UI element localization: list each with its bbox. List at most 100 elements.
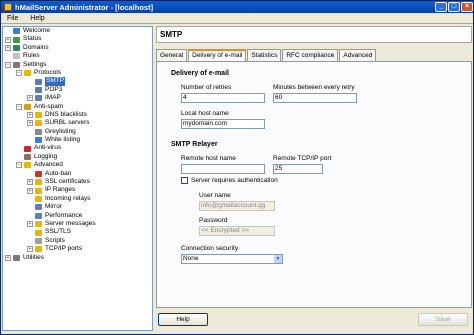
minutes-input[interactable]: 60	[273, 93, 357, 103]
settings-panel: SMTP General Delivery of e-mail Statistics…	[156, 26, 472, 331]
security-select[interactable]: None ▼	[181, 254, 283, 264]
tree-item[interactable]: Greylisting	[3, 128, 152, 136]
auth-checkbox[interactable]	[181, 177, 188, 184]
tree-node-icon	[35, 170, 42, 177]
tree-item[interactable]: + Status	[3, 35, 152, 43]
tree-item[interactable]: Scripts	[3, 237, 152, 245]
hostname-label: Local host name	[181, 110, 229, 117]
tree-node-icon	[13, 36, 20, 43]
tab-statistics[interactable]: Statistics	[247, 49, 282, 61]
collapse-icon[interactable]: −	[16, 103, 22, 110]
tree-item[interactable]: + SSL certificates	[3, 178, 152, 186]
tree-item[interactable]: + SURBL servers	[3, 119, 152, 127]
expand-icon[interactable]: +	[27, 95, 33, 102]
remote-host-input[interactable]	[181, 164, 265, 174]
tree-item[interactable]: Incoming relays	[3, 195, 152, 203]
collapse-icon[interactable]: −	[16, 70, 22, 77]
tree-item[interactable]: Performance	[3, 212, 152, 220]
expand-icon[interactable]: +	[27, 221, 33, 228]
maximize-button[interactable]: □	[448, 2, 460, 12]
tree-item[interactable]: − Settings	[3, 61, 152, 69]
menu-file[interactable]: File	[1, 15, 24, 22]
tree-item[interactable]: Auto-ban	[3, 170, 152, 178]
tree-item[interactable]: + TCP/IP ports	[3, 245, 152, 253]
expand-icon[interactable]: +	[27, 179, 33, 186]
expand-icon[interactable]: +	[5, 254, 11, 261]
tree-item-label: SSL certificates	[45, 178, 90, 186]
tree-item[interactable]: POP3	[3, 86, 152, 94]
tree-item[interactable]: Logging	[3, 153, 152, 161]
remote-port-input[interactable]: 25	[273, 164, 323, 174]
minimize-button[interactable]: _	[435, 2, 447, 12]
tree-item[interactable]: Mirror	[3, 203, 152, 211]
close-button[interactable]: ×	[461, 2, 473, 12]
tree-node-icon	[13, 254, 20, 261]
tree-item-label: IP Ranges	[45, 186, 76, 194]
tree-node-icon	[35, 229, 42, 236]
tree-node-icon	[35, 196, 42, 202]
tree-item-label: Greylisting	[45, 127, 76, 135]
tree-item[interactable]: White listing	[3, 136, 152, 144]
tree-item-label: Anti-spam	[34, 102, 64, 110]
tree-item-label: Advanced	[34, 161, 63, 169]
username-input[interactable]: info@gmailaccount.gg	[199, 201, 275, 211]
retries-input[interactable]: 4	[181, 93, 265, 103]
tab-panel-delivery: Delivery of e-mail Number of retries 4 M…	[156, 61, 472, 308]
remote-port-label: Remote TCP/IP port	[273, 155, 332, 162]
tree-item[interactable]: + IMAP	[3, 94, 152, 102]
expand-icon[interactable]: +	[27, 246, 33, 253]
tree-item[interactable]: + Server messages	[3, 220, 152, 228]
tree-item[interactable]: + Utilities	[3, 254, 152, 262]
tree-node-icon	[35, 246, 42, 253]
tree-item[interactable]: Anti-virus	[3, 144, 152, 152]
window-title: hMailServer Administrator - [localhost]	[15, 2, 154, 12]
expand-icon[interactable]: +	[5, 44, 11, 51]
tree-node-icon	[35, 86, 42, 93]
expand-icon[interactable]: +	[27, 112, 33, 119]
collapse-icon[interactable]: −	[16, 162, 22, 169]
tree-item[interactable]: − Anti-spam	[3, 103, 152, 111]
tree-item-label: SURBL servers	[45, 119, 90, 127]
help-button[interactable]: Help	[158, 313, 208, 326]
tree-node-icon	[35, 179, 42, 186]
title-bar: hMailServer Administrator - [localhost] …	[1, 1, 473, 13]
expand-icon[interactable]: +	[27, 187, 33, 194]
tree-item[interactable]: + DNS blacklists	[3, 111, 152, 119]
tree-item-label: Domains	[23, 43, 49, 51]
tree-item[interactable]: − Advanced	[3, 161, 152, 169]
navigation-tree[interactable]: Welcome + Status + Domains Rules − Settings − Pro…	[2, 26, 153, 331]
tree-item[interactable]: − Protocols	[3, 69, 152, 77]
tree-item[interactable]: SSL/TLS	[3, 228, 152, 236]
tree-item[interactable]: + Domains	[3, 44, 152, 52]
tree-item-label: Utilities	[23, 253, 44, 261]
menu-help[interactable]: Help	[24, 15, 50, 22]
tree-item-label: Server messages	[45, 219, 96, 227]
relayer-section-title: SMTP Relayer	[171, 141, 218, 148]
username-label: User name	[199, 192, 231, 199]
expand-icon[interactable]: +	[27, 120, 33, 127]
tab-rfc-compliance[interactable]: RFC compliance	[282, 49, 339, 61]
tree-node-icon	[35, 237, 42, 244]
collapse-icon[interactable]: −	[5, 61, 11, 68]
password-input[interactable]: << Encrypted >>	[199, 226, 275, 236]
tree-item[interactable]: Rules	[3, 52, 152, 60]
tree-node-icon	[35, 128, 42, 135]
expand-icon[interactable]: +	[5, 36, 11, 43]
tree-item-label: Rules	[23, 52, 40, 60]
save-button[interactable]: Save	[418, 313, 468, 326]
tree-item-label: Logging	[34, 152, 58, 160]
tab-general[interactable]: General	[156, 49, 188, 61]
tree-item[interactable]: Welcome	[3, 27, 152, 35]
tree-item-label: SMTP	[45, 77, 66, 86]
hostname-input[interactable]: mydomain.com	[181, 119, 265, 129]
tab-advanced[interactable]: Advanced	[339, 49, 377, 61]
tree-item[interactable]: + IP Ranges	[3, 186, 152, 194]
tree-item[interactable]: SMTP	[3, 77, 152, 86]
